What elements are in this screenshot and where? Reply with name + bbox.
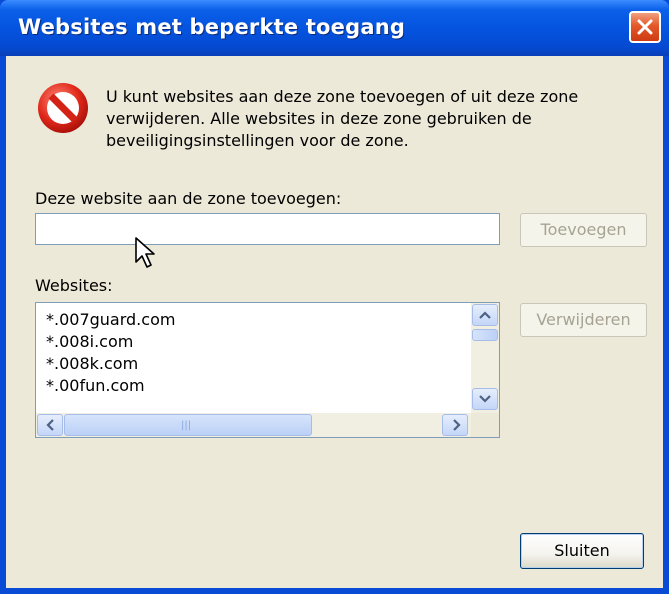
horizontal-scroll-thumb[interactable]: ||| bbox=[64, 414, 312, 436]
list-item[interactable]: *.007guard.com bbox=[46, 309, 175, 331]
close-icon bbox=[637, 19, 653, 35]
websites-list: *.007guard.com *.008i.com *.008k.com *.0… bbox=[46, 309, 175, 397]
close-dialog-button[interactable]: Sluiten bbox=[520, 533, 644, 569]
grip-icon: ||| bbox=[181, 420, 192, 431]
list-item[interactable]: *.00fun.com bbox=[46, 375, 175, 397]
chevron-up-icon bbox=[479, 311, 491, 319]
websites-listbox[interactable]: *.007guard.com *.008i.com *.008k.com *.0… bbox=[35, 302, 500, 438]
vertical-scroll-thumb[interactable] bbox=[472, 329, 498, 341]
vertical-scrollbar[interactable] bbox=[471, 303, 499, 413]
scroll-down-button[interactable] bbox=[472, 388, 498, 410]
horizontal-scrollbar[interactable]: ||| bbox=[36, 413, 471, 437]
chevron-left-icon bbox=[46, 419, 54, 431]
close-button[interactable] bbox=[629, 11, 661, 43]
scroll-right-button[interactable] bbox=[442, 414, 468, 436]
add-site-label: Deze website aan de zone toevoegen: bbox=[35, 189, 342, 208]
restricted-icon bbox=[38, 83, 88, 133]
add-button[interactable]: Toevoegen bbox=[520, 213, 647, 247]
scroll-corner bbox=[471, 413, 499, 437]
list-item[interactable]: *.008k.com bbox=[46, 353, 175, 375]
dialog-body: U kunt websites aan deze zone toevoegen … bbox=[6, 56, 663, 588]
title-bar[interactable]: Websites met beperkte toegang bbox=[0, 0, 669, 56]
dialog-window: Websites met beperkte toegang U kunt web… bbox=[0, 0, 669, 594]
description-text: U kunt websites aan deze zone toevoegen … bbox=[106, 87, 579, 150]
scroll-up-button[interactable] bbox=[472, 304, 498, 326]
chevron-down-icon bbox=[479, 395, 491, 403]
chevron-right-icon bbox=[453, 419, 461, 431]
add-site-input[interactable] bbox=[35, 213, 500, 245]
mouse-cursor-icon bbox=[135, 237, 155, 268]
remove-button[interactable]: Verwijderen bbox=[520, 303, 647, 337]
scroll-left-button[interactable] bbox=[37, 414, 63, 436]
list-item[interactable]: *.008i.com bbox=[46, 331, 175, 353]
websites-label: Websites: bbox=[35, 276, 113, 295]
window-title: Websites met beperkte toegang bbox=[18, 15, 406, 39]
